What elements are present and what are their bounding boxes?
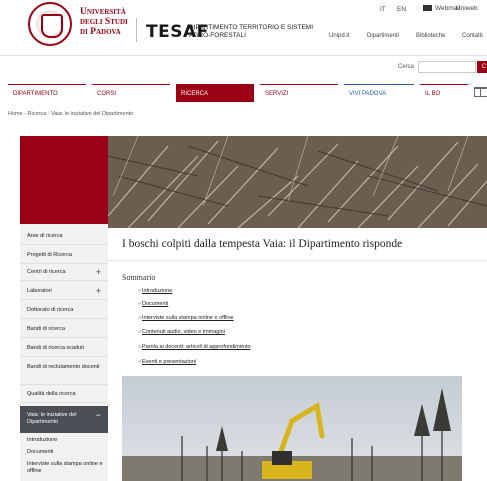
hero-image-graphic [108,136,487,228]
page-title: I boschi colpiti dalla tempesta Vaia: il… [122,238,403,250]
top-link-unipd[interactable]: Unipd.it [329,33,349,39]
breadcrumb[interactable]: Home - Ricerca - Vaia: le iniziative del… [8,111,133,117]
top-link-dipartimenti[interactable]: Dipartimenti [367,33,399,39]
toc-link-contenuti[interactable]: Contenuti audio, video e immagini [142,329,225,335]
lang-en[interactable]: EN [397,6,406,13]
top-link-contatti[interactable]: Contatti [462,33,483,39]
main-nav: DIPARTIMENTO CORSI RICERCA SERVIZI VIVI … [8,84,487,102]
sidebar-sub-documenti[interactable]: Documenti [20,449,108,456]
sidebar-item-label: Bandi di ricerca scaduti [27,345,84,351]
sidebar-sub-introduzione[interactable]: Introduzione [20,437,108,444]
department-name: DIPARTIMENTO TERRITORIO E SISTEMI AGRO-F… [189,24,313,40]
sidebar-item-label: Progetti di Ricerca [27,252,72,258]
toc-link-introduzione[interactable]: Introduzione [142,288,172,294]
search-input[interactable] [418,61,476,73]
sidebar-item-dottorato[interactable]: Dottorato di ricerca [20,301,108,319]
toc-link-interviste[interactable]: Interviste sulla stampa online e offline [142,315,234,321]
toc-link-documenti[interactable]: Documenti [142,301,168,307]
department-name-line-1: DIPARTIMENTO TERRITORIO E SISTEMI [189,24,313,31]
bullet-icon: » [138,288,142,294]
sidebar-item-label: Centri di ricerca [27,269,66,275]
sidebar-sub-interviste[interactable]: Interviste sulla stampa online e offline [20,461,108,475]
search-label: Cerca [398,64,415,70]
sidebar-item-label: Laboratori [27,288,52,294]
book-icon[interactable] [474,87,487,97]
header-rule [0,55,487,56]
hero-image-fallen-trees [108,136,487,228]
lang-it[interactable]: IT [380,6,386,13]
sidebar-item-progetti[interactable]: Progetti di Ricerca [20,246,108,264]
sidebar-item-qualita[interactable]: Qualità della ricerca [20,385,108,403]
webmail-link[interactable]: Webmail [423,5,460,12]
sidebar-header-block [20,136,108,224]
sidebar-item-label: Qualità della ricerca [27,391,76,397]
bullet-icon: » [138,301,142,307]
nav-corsi[interactable]: CORSI [92,84,170,102]
sidebar-item-bandi[interactable]: Bandi di ricerca [20,320,108,338]
summary-heading: Sommario [122,273,156,282]
site-header: Università degli Studi di Padova TESAF D… [0,0,487,60]
uniweb-link[interactable]: Uniweb [456,5,478,12]
photo-graphic [122,376,462,481]
search-button[interactable]: C [477,61,487,73]
top-link-biblioteche[interactable]: Biblioteche [416,33,445,39]
sidebar-item-aree[interactable]: Aree di ricerca [20,227,108,245]
mail-icon [423,5,432,12]
toc-link-eventi[interactable]: Eventi e presentazioni [142,359,196,365]
sidebar-item-label: Aree di ricerca [27,233,63,239]
title-divider [108,260,487,261]
university-line-3: di Padova [80,27,121,37]
department-name-line-2: AGRO-FORESTALI [189,32,246,39]
expand-icon[interactable]: + [96,263,101,281]
nav-il-bo[interactable]: IL BO [420,84,468,102]
nav-servizi[interactable]: SERVIZI [260,84,338,102]
sidebar-item-vaia[interactable]: Vaia: le iniziative del Dipartimento − [20,406,108,433]
bullet-icon: » [138,344,142,350]
header-divider [136,18,137,42]
expand-icon[interactable]: + [96,282,101,300]
sidebar-item-label: Bandi di ricerca [27,326,65,332]
sidebar: Aree di ricerca Progetti di Ricerca Cent… [20,136,108,481]
nav-vivi-padova[interactable]: VIVI PADOVA [344,84,414,102]
university-line-2: degli Studi [80,17,128,27]
sidebar-item-label: Dottorato di ricerca [27,307,74,313]
nav-ricerca[interactable]: RICERCA [176,84,254,102]
sidebar-active-label: Vaia: le iniziative del Dipartimento [27,412,77,425]
sidebar-item-laboratori[interactable]: Laboratori + [20,282,108,300]
sidebar-item-centri[interactable]: Centri di ricerca + [20,263,108,281]
collapse-icon[interactable]: − [96,411,101,420]
bullet-icon: » [138,315,142,321]
bullet-icon: » [138,359,142,365]
university-line-1: Università [80,7,126,17]
toc-link-parola-docenti[interactable]: Parola ai docenti: articoli di approfond… [142,344,251,350]
sidebar-item-reclutamento[interactable]: Bandi di reclutamento docenti [20,358,108,385]
sidebar-item-label: Bandi di reclutamento docenti [27,364,100,370]
university-seal-icon[interactable] [28,2,72,46]
photo-excavator-forest [122,376,462,481]
bullet-icon: » [138,329,142,335]
sidebar-item-bandi-scaduti[interactable]: Bandi di ricerca scaduti [20,339,108,357]
university-name[interactable]: Università degli Studi di Padova [80,7,128,37]
nav-dipartimento[interactable]: DIPARTIMENTO [8,84,86,102]
